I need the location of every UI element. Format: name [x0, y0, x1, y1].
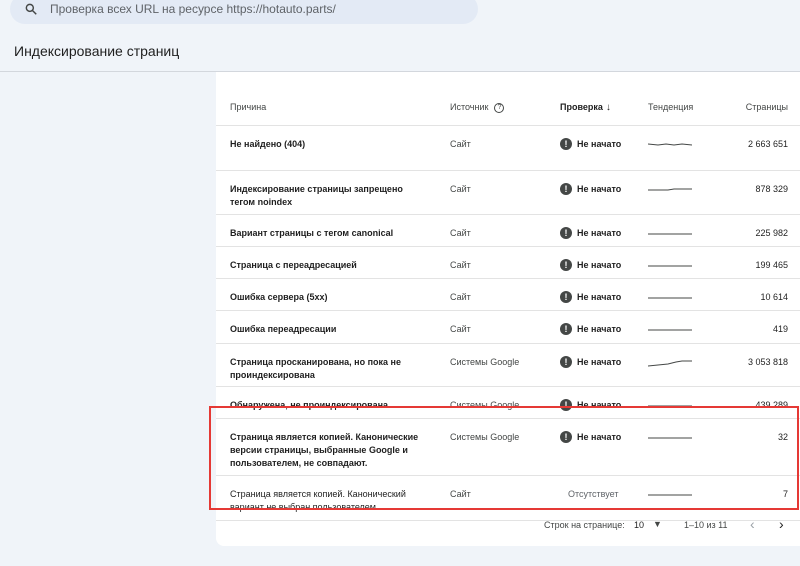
row-pages: 3 053 818: [720, 343, 800, 387]
table-row[interactable]: Страница является копией. Канонические в…: [216, 418, 800, 476]
table-row[interactable]: Страница с переадресацией Сайт ! Не начат…: [216, 246, 800, 279]
alert-icon: !: [560, 323, 572, 335]
row-pages: 439 289: [720, 386, 800, 419]
alert-icon: !: [560, 431, 572, 443]
row-pages: 10 614: [720, 278, 800, 311]
column-header-pages[interactable]: Страницы: [720, 72, 800, 126]
table-row[interactable]: Обнаружена, не проиндексирована Системы …: [216, 386, 800, 419]
row-pages: 419: [720, 310, 800, 344]
row-reason: Индексирование страницы запрещено тегом …: [216, 170, 436, 215]
row-source: Системы Google: [436, 343, 544, 387]
row-status: ! Не начато: [544, 214, 640, 247]
page-title: Индексирование страниц: [14, 43, 180, 59]
row-reason: Страница является копией. Канонические в…: [216, 418, 436, 476]
trend-sparkline: [640, 246, 720, 279]
column-header-trend[interactable]: Тенденция: [640, 72, 720, 126]
table-header-row: Причина Источник? Проверка ↓ Тенденция Ст…: [216, 72, 800, 126]
alert-icon: !: [560, 259, 572, 271]
alert-icon: !: [560, 399, 572, 411]
trend-sparkline: [640, 170, 720, 215]
column-header-source[interactable]: Источник?: [436, 72, 544, 126]
row-status: ! Не начато: [544, 343, 640, 387]
alert-icon: !: [560, 356, 572, 368]
trend-sparkline: [640, 310, 720, 344]
trend-sparkline: [640, 343, 720, 387]
row-source: Сайт: [436, 125, 544, 171]
row-source: Сайт: [436, 214, 544, 247]
row-reason: Ошибка переадресации: [216, 310, 436, 344]
alert-icon: !: [560, 138, 572, 150]
row-status: ! Не начато: [544, 418, 640, 476]
row-source: Сайт: [436, 170, 544, 215]
search-input[interactable]: [50, 2, 450, 16]
row-reason: Обнаружена, не проиндексирована: [216, 386, 436, 419]
search-bar[interactable]: [10, 0, 478, 24]
trend-sparkline: [640, 214, 720, 247]
chevron-left-icon[interactable]: ‹: [750, 516, 755, 532]
row-source: Сайт: [436, 246, 544, 279]
pagination: Строк на странице: 10 ▼ 1–10 из 11 ‹ ›: [216, 512, 800, 538]
table-row[interactable]: Ошибка сервера (5xx) Сайт ! Не начато 10 …: [216, 278, 800, 311]
row-reason: Не найдено (404): [216, 125, 436, 171]
row-source: Сайт: [436, 278, 544, 311]
row-source: Системы Google: [436, 386, 544, 419]
pagination-range: 1–10 из 11: [684, 520, 728, 530]
row-status: ! Не начато: [544, 310, 640, 344]
alert-icon: !: [560, 291, 572, 303]
rows-per-page-select[interactable]: 10: [634, 520, 644, 530]
row-reason: Вариант страницы с тегом canonical: [216, 214, 436, 247]
help-icon[interactable]: ?: [494, 102, 505, 113]
row-pages: 199 465: [720, 246, 800, 279]
row-reason: Страница просканирована, но пока не прои…: [216, 343, 436, 387]
trend-sparkline: [640, 125, 720, 171]
row-source: Системы Google: [436, 418, 544, 476]
alert-icon: !: [560, 227, 572, 239]
indexing-table-card: Причина Источник? Проверка ↓ Тенденция Ст…: [216, 72, 800, 546]
row-source: Сайт: [436, 310, 544, 344]
trend-sparkline: [640, 386, 720, 419]
row-pages: 878 329: [720, 170, 800, 215]
row-pages: 32: [720, 418, 800, 476]
row-status: ! Не начато: [544, 125, 640, 171]
sort-arrow-down-icon: ↓: [605, 102, 611, 113]
row-reason: Страница с переадресацией: [216, 246, 436, 279]
column-header-check[interactable]: Проверка ↓: [544, 72, 640, 126]
chevron-right-icon[interactable]: ›: [779, 516, 784, 532]
table-row[interactable]: Индексирование страницы запрещено тегом …: [216, 170, 800, 215]
trend-sparkline: [640, 418, 720, 476]
table-row[interactable]: Ошибка переадресации Сайт ! Не начато 419: [216, 310, 800, 344]
row-status: ! Не начато: [544, 386, 640, 419]
row-status: ! Не начато: [544, 278, 640, 311]
row-reason: Ошибка сервера (5xx): [216, 278, 436, 311]
indexing-table: Причина Источник? Проверка ↓ Тенденция Ст…: [216, 72, 800, 521]
row-status: ! Не начато: [544, 170, 640, 215]
table-row[interactable]: Вариант страницы с тегом canonical Сайт …: [216, 214, 800, 247]
column-header-reason[interactable]: Причина: [216, 72, 436, 126]
table-row[interactable]: Не найдено (404) Сайт ! Не начато 2 663 6…: [216, 125, 800, 171]
search-icon: [25, 3, 37, 15]
row-pages: 2 663 651: [720, 125, 800, 171]
row-pages: 225 982: [720, 214, 800, 247]
alert-icon: !: [560, 183, 572, 195]
rows-per-page-label: Строк на странице:: [544, 520, 625, 530]
trend-sparkline: [640, 278, 720, 311]
row-status: ! Не начато: [544, 246, 640, 279]
table-row[interactable]: Страница просканирована, но пока не прои…: [216, 343, 800, 387]
dropdown-caret-icon[interactable]: ▼: [653, 519, 662, 529]
